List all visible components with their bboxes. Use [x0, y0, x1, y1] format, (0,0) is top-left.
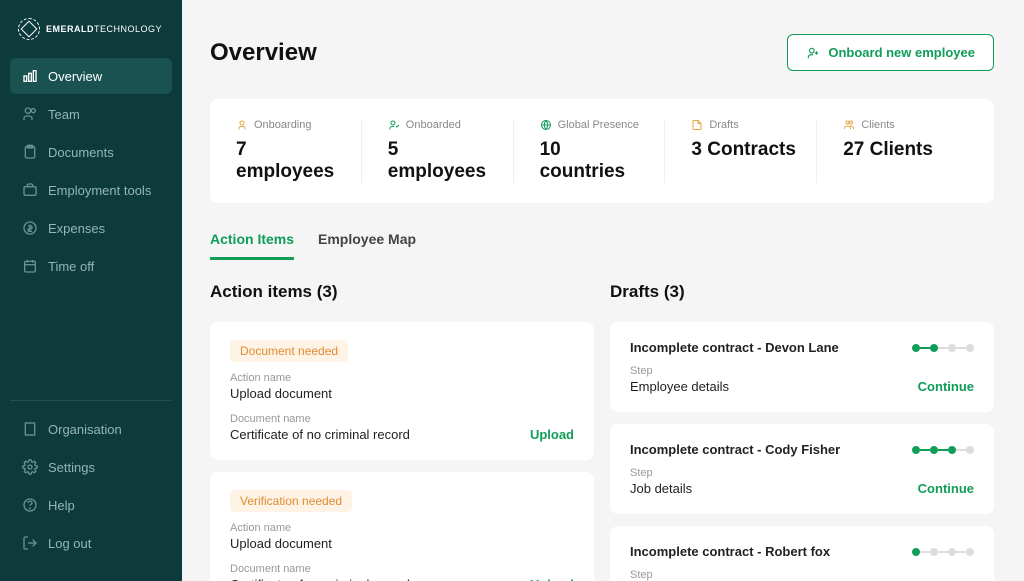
onboard-new-employee-button[interactable]: Onboard new employee — [787, 34, 994, 71]
draft-card: Incomplete contract - Devon Lane Step Em… — [610, 322, 994, 412]
step-value: Job details — [630, 481, 692, 496]
user-plus-icon — [806, 46, 820, 60]
stat-label: Onboarded — [406, 119, 461, 131]
progress-indicator — [912, 446, 974, 454]
stats-row: Onboarding 7 employees Onboarded 5 emplo… — [210, 99, 994, 203]
logo-text-light: TECHNOLOGY — [94, 24, 162, 34]
sidebar-item-help[interactable]: Help — [10, 487, 172, 523]
field-label: Document name — [230, 563, 410, 575]
continue-link[interactable]: Continue — [918, 481, 974, 496]
draft-card: Incomplete contract - Robert fox Step El… — [610, 526, 994, 581]
sidebar-item-label: Employment tools — [48, 183, 151, 198]
sidebar-item-team[interactable]: Team — [10, 96, 172, 132]
field-label: Document name — [230, 413, 410, 425]
dollar-icon — [22, 220, 38, 236]
page-title: Overview — [210, 39, 317, 67]
status-badge: Document needed — [230, 340, 348, 362]
draft-title: Incomplete contract - Devon Lane — [630, 340, 839, 355]
draft-title: Incomplete contract - Robert fox — [630, 544, 830, 559]
document-name-value: Certificate of no criminal record — [230, 577, 410, 581]
sidebar-item-expenses[interactable]: Expenses — [10, 210, 172, 246]
document-name-value: Certificate of no criminal record — [230, 427, 410, 442]
bar-chart-icon — [22, 68, 38, 84]
field-label: Step — [630, 467, 692, 479]
sidebar-item-label: Expenses — [48, 221, 105, 236]
draft-card: Incomplete contract - Cody Fisher Step J… — [610, 424, 994, 514]
sidebar-item-label: Organisation — [48, 422, 122, 437]
field-label: Step — [630, 365, 729, 377]
briefcase-icon — [22, 182, 38, 198]
sidebar-item-label: Help — [48, 498, 75, 513]
action-item-card: Document needed Action name Upload docum… — [210, 322, 594, 460]
field-label: Step — [630, 569, 681, 581]
tab-action-items[interactable]: Action Items — [210, 231, 294, 260]
sidebar-item-label: Team — [48, 107, 80, 122]
user-onboarding-icon — [236, 119, 248, 131]
clipboard-icon — [22, 144, 38, 160]
progress-indicator — [912, 548, 974, 556]
stat-label: Drafts — [709, 119, 738, 131]
status-badge: Verification needed — [230, 490, 352, 512]
building-icon — [22, 421, 38, 437]
calendar-icon — [22, 258, 38, 274]
stat-global-presence: Global Presence 10 countries — [513, 119, 665, 183]
sidebar-item-label: Settings — [48, 460, 95, 475]
sidebar-item-overview[interactable]: Overview — [10, 58, 172, 94]
people-icon — [843, 119, 855, 131]
action-name-value: Upload document — [230, 536, 574, 551]
stat-onboarding: Onboarding 7 employees — [236, 119, 361, 183]
stat-drafts: Drafts 3 Contracts — [664, 119, 816, 183]
sidebar-item-label: Overview — [48, 69, 102, 84]
sidebar-item-documents[interactable]: Documents — [10, 134, 172, 170]
stat-value: 27 Clients — [843, 139, 950, 161]
sidebar-item-employment-tools[interactable]: Employment tools — [10, 172, 172, 208]
sidebar-item-time-off[interactable]: Time off — [10, 248, 172, 284]
help-icon — [22, 497, 38, 513]
draft-title: Incomplete contract - Cody Fisher — [630, 442, 840, 457]
drafts-title: Drafts (3) — [610, 282, 994, 302]
gear-icon — [22, 459, 38, 475]
stat-value: 3 Contracts — [691, 139, 798, 161]
action-name-value: Upload document — [230, 386, 574, 401]
sidebar-item-settings[interactable]: Settings — [10, 449, 172, 485]
file-icon — [691, 119, 703, 131]
action-item-card: Verification needed Action name Upload d… — [210, 472, 594, 581]
upload-link[interactable]: Upload — [530, 427, 574, 442]
stat-value: 5 employees — [388, 139, 495, 183]
stat-value: 10 countries — [540, 139, 647, 183]
upload-link[interactable]: Upload — [530, 577, 574, 581]
globe-icon — [540, 119, 552, 131]
stat-label: Global Presence — [558, 119, 639, 131]
field-label: Action name — [230, 522, 574, 534]
logout-icon — [22, 535, 38, 551]
sidebar-item-label: Documents — [48, 145, 114, 160]
action-items-title: Action items (3) — [210, 282, 594, 302]
progress-indicator — [912, 344, 974, 352]
stat-label: Onboarding — [254, 119, 312, 131]
stat-value: 7 employees — [236, 139, 343, 183]
logo-text-bold: EMERALD — [46, 24, 94, 34]
stat-label: Clients — [861, 119, 895, 131]
logo-icon — [18, 18, 40, 40]
stat-clients: Clients 27 Clients — [816, 119, 968, 183]
button-label: Onboard new employee — [828, 45, 975, 60]
sidebar-item-label: Time off — [48, 259, 94, 274]
user-check-icon — [388, 119, 400, 131]
tab-employee-map[interactable]: Employee Map — [318, 231, 416, 260]
users-icon — [22, 106, 38, 122]
step-value: Employee details — [630, 379, 729, 394]
sidebar-item-organisation[interactable]: Organisation — [10, 411, 172, 447]
stat-onboarded: Onboarded 5 employees — [361, 119, 513, 183]
field-label: Action name — [230, 372, 574, 384]
divider — [10, 400, 172, 401]
brand-logo: EMERALDTECHNOLOGY — [10, 18, 172, 58]
sidebar-item-label: Log out — [48, 536, 91, 551]
tabs: Action Items Employee Map — [210, 231, 994, 260]
sidebar-item-log-out[interactable]: Log out — [10, 525, 172, 561]
continue-link[interactable]: Continue — [918, 379, 974, 394]
